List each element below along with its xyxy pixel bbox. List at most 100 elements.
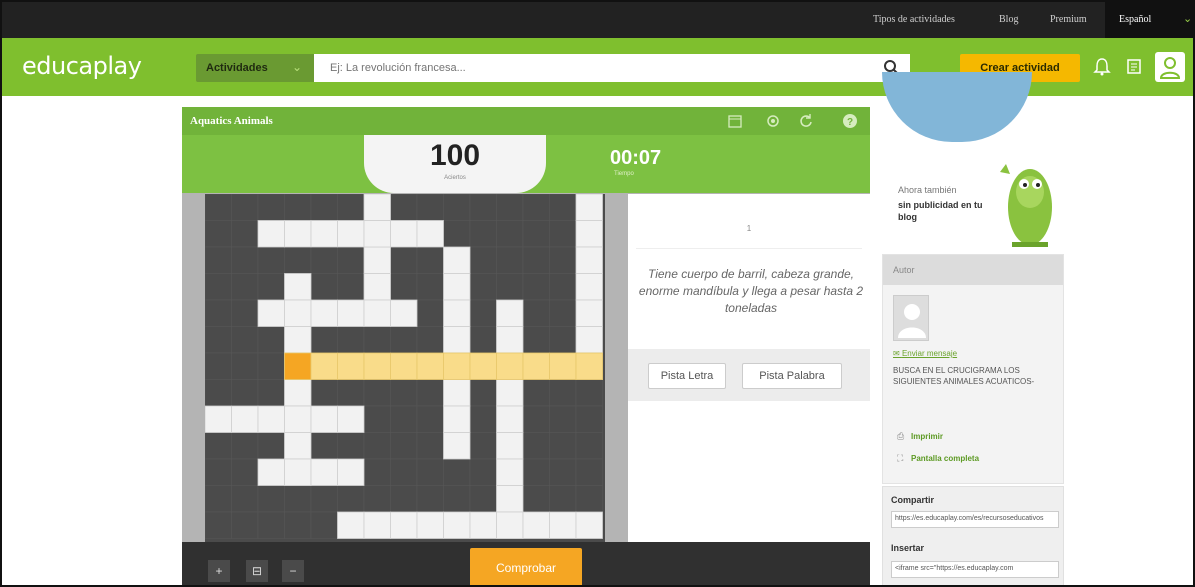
blog-link[interactable]: Blog (999, 14, 1018, 25)
crossword-cell[interactable] (496, 299, 524, 327)
crossword-cell[interactable] (496, 326, 524, 354)
crossword-cell[interactable] (496, 458, 524, 486)
print-link[interactable]: Imprimir (911, 432, 943, 441)
crossword-board[interactable] (205, 194, 605, 544)
crossword-cell[interactable] (231, 405, 259, 433)
user-avatar-button[interactable] (1155, 52, 1185, 82)
crossword-cell[interactable] (284, 405, 312, 433)
calendar-icon[interactable] (727, 113, 743, 129)
crossword-cell[interactable] (443, 511, 471, 539)
crossword-cell[interactable] (575, 246, 603, 274)
crossword-cell[interactable] (390, 511, 418, 539)
activity-types-link[interactable]: Tipos de actividades (873, 14, 955, 25)
highlighted-cell[interactable] (496, 352, 524, 380)
embed-code-field[interactable]: <iframe src="https://es.educaplay.com (891, 561, 1059, 578)
crossword-cell[interactable] (416, 511, 444, 539)
crossword-cell[interactable] (390, 220, 418, 248)
fullscreen-link[interactable]: Pantalla completa (911, 454, 979, 463)
highlighted-cell[interactable] (575, 352, 603, 380)
language-selector[interactable]: Español ⌄ (1105, 2, 1193, 38)
crossword-cell[interactable] (390, 299, 418, 327)
highlighted-cell[interactable] (549, 352, 577, 380)
crossword-cell[interactable] (575, 220, 603, 248)
crossword-cell[interactable] (257, 220, 285, 248)
crossword-cell[interactable] (496, 405, 524, 433)
crossword-cell[interactable] (284, 458, 312, 486)
crossword-cell[interactable] (284, 326, 312, 354)
hint-letter-button[interactable]: Pista Letra (648, 363, 726, 389)
crossword-cell[interactable] (496, 511, 524, 539)
crossword-cell[interactable] (337, 220, 365, 248)
check-button[interactable]: Comprobar (470, 548, 582, 585)
crossword-cell[interactable] (363, 273, 391, 301)
crossword-cell[interactable] (284, 432, 312, 460)
crossword-cell[interactable] (284, 379, 312, 407)
crossword-cell[interactable] (443, 273, 471, 301)
highlighted-cell[interactable] (522, 352, 550, 380)
messages-icon[interactable] (1124, 56, 1144, 78)
crossword-cell[interactable] (337, 511, 365, 539)
bell-icon[interactable] (1092, 56, 1112, 78)
highlighted-cell[interactable] (390, 352, 418, 380)
crossword-cell[interactable] (310, 299, 338, 327)
crossword-cell[interactable] (337, 405, 365, 433)
crossword-cell[interactable] (522, 511, 550, 539)
crossword-cell[interactable] (337, 299, 365, 327)
crossword-grid[interactable] (205, 194, 605, 544)
highlighted-cell[interactable] (363, 352, 391, 380)
active-cell[interactable] (284, 352, 312, 380)
crossword-cell[interactable] (575, 299, 603, 327)
crossword-cell[interactable] (363, 511, 391, 539)
crossword-cell[interactable] (310, 220, 338, 248)
crossword-cell[interactable] (363, 246, 391, 274)
help-icon[interactable]: ? (842, 113, 858, 129)
crossword-cell[interactable] (284, 273, 312, 301)
premium-link[interactable]: Premium (1050, 14, 1087, 25)
crossword-cell[interactable] (575, 326, 603, 354)
crossword-cell[interactable] (257, 458, 285, 486)
sound-icon[interactable] (765, 113, 781, 129)
highlighted-cell[interactable] (416, 352, 444, 380)
logo[interactable]: educaplay (22, 52, 142, 80)
crossword-cell[interactable] (205, 405, 232, 433)
crossword-cell[interactable] (257, 299, 285, 327)
crossword-cell[interactable] (363, 194, 391, 221)
crossword-cell[interactable] (496, 432, 524, 460)
send-message-link[interactable]: ✉ Enviar mensaje (893, 349, 957, 358)
crossword-cell[interactable] (363, 220, 391, 248)
crossword-cell[interactable] (443, 246, 471, 274)
crossword-cell[interactable] (469, 511, 497, 539)
author-avatar[interactable] (893, 295, 929, 341)
crossword-cell[interactable] (443, 405, 471, 433)
zoom-in-button[interactable]: + (208, 560, 230, 582)
crossword-cell[interactable] (575, 273, 603, 301)
crossword-cell[interactable] (416, 220, 444, 248)
crossword-cell[interactable] (496, 379, 524, 407)
crossword-cell[interactable] (284, 299, 312, 327)
crossword-cell[interactable] (549, 511, 577, 539)
crossword-cell[interactable] (575, 194, 603, 221)
crossword-cell[interactable] (284, 220, 312, 248)
restart-icon[interactable] (798, 113, 814, 129)
crossword-cell[interactable] (575, 511, 603, 539)
highlighted-cell[interactable] (310, 352, 338, 380)
highlighted-cell[interactable] (443, 352, 471, 380)
hint-word-button[interactable]: Pista Palabra (742, 363, 842, 389)
crossword-cell[interactable] (310, 405, 338, 433)
crossword-cell[interactable] (443, 299, 471, 327)
activities-dropdown[interactable]: Actividades ⌄ (196, 54, 314, 82)
crossword-cell[interactable] (310, 458, 338, 486)
crossword-cell[interactable] (363, 299, 391, 327)
crossword-cell[interactable] (337, 458, 365, 486)
zoom-reset-button[interactable]: ⊟ (246, 560, 268, 582)
zoom-out-button[interactable]: − (282, 560, 304, 582)
highlighted-cell[interactable] (337, 352, 365, 380)
crossword-cell[interactable] (443, 379, 471, 407)
highlighted-cell[interactable] (469, 352, 497, 380)
crossword-cell[interactable] (257, 405, 285, 433)
crossword-cell[interactable] (443, 432, 471, 460)
crossword-cell[interactable] (496, 485, 524, 513)
crossword-cell[interactable] (443, 326, 471, 354)
share-url-field[interactable]: https://es.educaplay.com/es/recursoseduc… (891, 511, 1059, 528)
search-input[interactable] (314, 54, 910, 82)
